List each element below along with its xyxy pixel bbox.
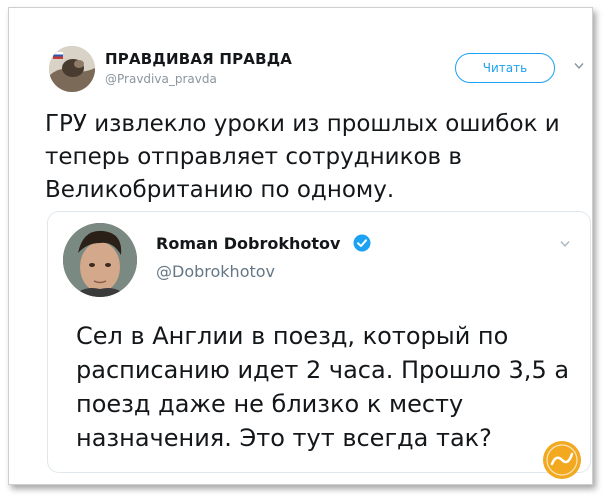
follow-button[interactable]: Читать [455,53,555,83]
quoted-tweet-text: Сел в Англии в поезд, который по расписа… [76,322,570,452]
quoted-tweet-card[interactable]: Roman Dobrokhotov @Dobrokhotov Сел в Анг… [47,211,591,473]
screenshot-frame: ПРАВДИВАЯ ПРАВДА @Pravdiva_pravda Читать… [8,7,593,485]
author-avatar[interactable] [49,46,95,92]
quoted-author-handle[interactable]: @Dobrokhotov [156,262,275,281]
chevron-down-icon[interactable] [574,62,584,70]
author-name[interactable]: ПРАВДИВАЯ ПРАВДА [105,50,292,68]
verified-badge-icon [353,234,371,252]
tweet-text: ГРУ извлекло уроки из прошлых ошибок и т… [45,111,560,203]
site-logo [543,441,581,479]
chevron-down-icon[interactable] [560,240,570,248]
author-handle[interactable]: @Pravdiva_pravda [105,72,217,86]
quoted-author-avatar[interactable] [63,223,137,297]
quoted-author-name[interactable]: Roman Dobrokhotov [156,234,340,253]
